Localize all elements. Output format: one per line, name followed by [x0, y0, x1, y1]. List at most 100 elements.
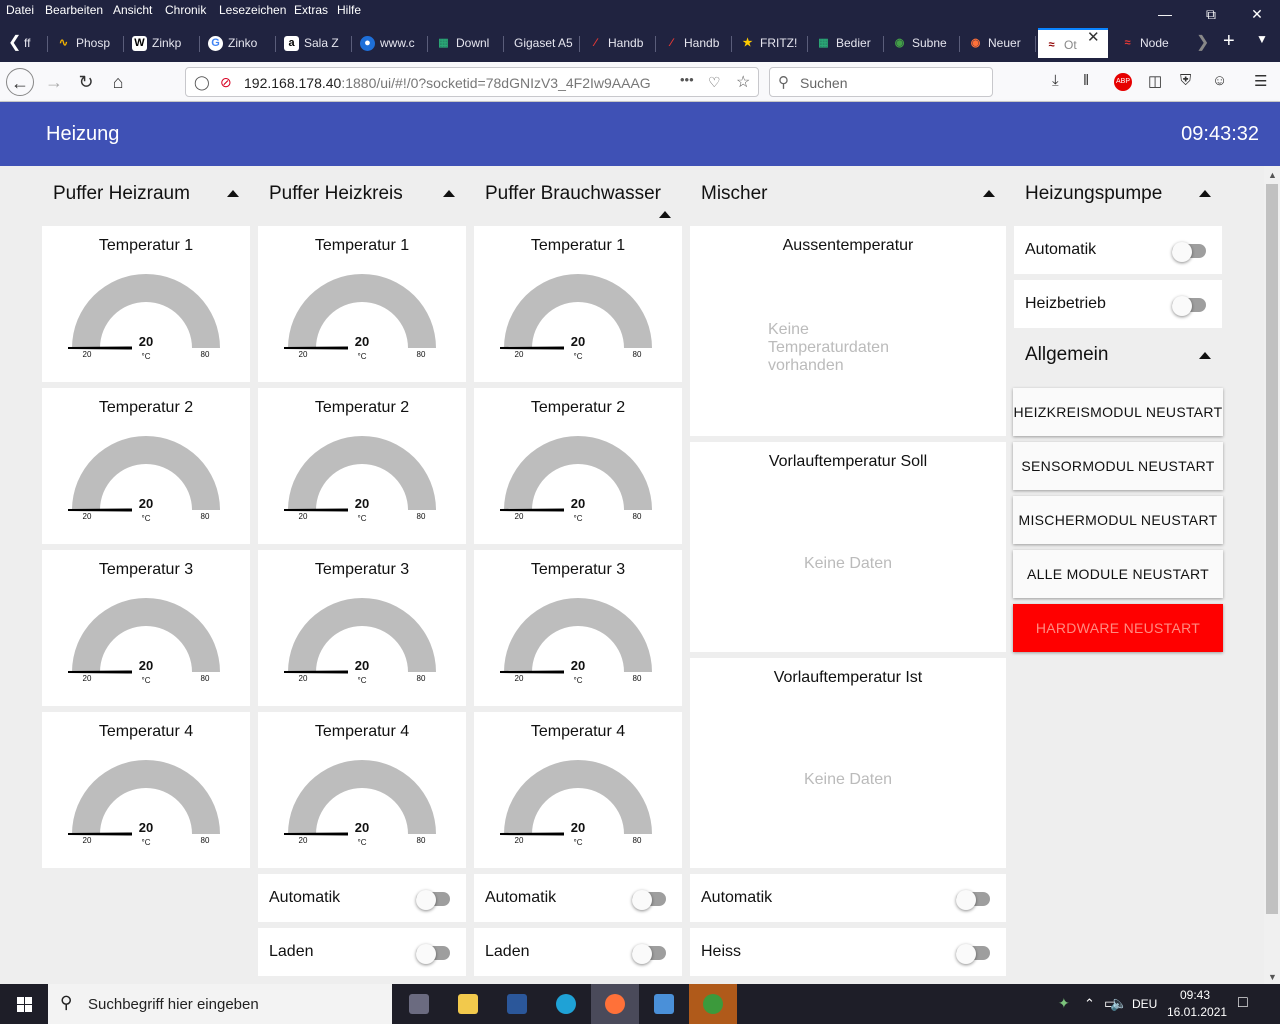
- page-actions-icon[interactable]: •••: [680, 72, 694, 87]
- tray-expand-icon[interactable]: ⌃: [1084, 996, 1095, 1012]
- gauge-card-brauchwasser-2: Temperatur 2 20 °C 20 80: [474, 388, 682, 544]
- tray-app-icon[interactable]: ✦: [1058, 995, 1070, 1012]
- collapse-arrow-icon[interactable]: [227, 190, 239, 197]
- card-aussentemperatur: Aussentemperatur Keine Temperaturdaten v…: [690, 226, 1006, 436]
- gauge-unit: °C: [142, 676, 151, 685]
- gauge-card-heizkreis-1: Temperatur 1 20 °C 20 80: [258, 226, 466, 382]
- scrollbar-thumb[interactable]: [1266, 184, 1278, 914]
- tab-list-icon[interactable]: ▼: [1256, 32, 1268, 46]
- toggle-switch[interactable]: [632, 890, 668, 910]
- tab-3[interactable]: W Zinkp: [126, 28, 200, 58]
- downloads-icon[interactable]: ⤓: [1052, 72, 1059, 89]
- search-bar[interactable]: ⚲ Suchen: [769, 67, 993, 97]
- menu-bearbeiten[interactable]: Bearbeiten: [45, 3, 103, 17]
- tab-14[interactable]: ◉ Neuer: [962, 28, 1036, 58]
- toggle-switch[interactable]: [416, 890, 452, 910]
- alle-module-neustart-button[interactable]: ALLE MODULE NEUSTART: [1013, 550, 1223, 598]
- menu-chronik[interactable]: Chronik: [165, 3, 206, 17]
- firefox-app[interactable]: [591, 984, 639, 1024]
- collapse-arrow-icon[interactable]: [1199, 352, 1211, 359]
- gauge-min: 20: [83, 674, 92, 683]
- menu-lesezeichen[interactable]: Lesezeichen: [219, 3, 286, 17]
- home-icon[interactable]: ⌂: [104, 68, 132, 96]
- tab-9[interactable]: ∕ Handb: [582, 28, 656, 58]
- gauge-value: 20: [571, 496, 585, 511]
- calculator-app[interactable]: [395, 984, 443, 1024]
- menu-hilfe[interactable]: Hilfe: [337, 3, 361, 17]
- scroll-up-icon[interactable]: ▲: [1268, 170, 1277, 180]
- bitwarden-icon[interactable]: ⛨: [1180, 72, 1191, 89]
- tab-5[interactable]: a Sala Z: [278, 28, 352, 58]
- switch-label: Automatik: [269, 889, 341, 906]
- mischermodul-neustart-button[interactable]: MISCHERMODUL NEUSTART: [1013, 496, 1223, 544]
- word-app[interactable]: [493, 984, 541, 1024]
- toggle-switch[interactable]: [1172, 242, 1208, 262]
- tab-1[interactable]: ff: [20, 28, 48, 58]
- menu-extras[interactable]: Extras: [294, 3, 328, 17]
- bookmark-star-icon[interactable]: ☆: [736, 72, 750, 92]
- menu-hamburger-icon[interactable]: ☰: [1254, 72, 1267, 90]
- tab-16[interactable]: ≈ Node: [1114, 28, 1188, 58]
- taskbar-time[interactable]: 09:43: [1180, 988, 1210, 1002]
- tab-2[interactable]: ∿ Phosp: [50, 28, 124, 58]
- menu-ansicht[interactable]: Ansicht: [113, 3, 152, 17]
- reload-icon[interactable]: ↻: [72, 68, 100, 96]
- app-lizard[interactable]: [689, 984, 737, 1024]
- gauge-min: 20: [515, 836, 524, 845]
- notification-icon[interactable]: □: [1238, 994, 1248, 1012]
- back-icon[interactable]: ←: [6, 68, 34, 96]
- start-button[interactable]: [0, 984, 48, 1024]
- pocket-icon[interactable]: ♡: [708, 74, 721, 91]
- collapse-arrow-icon[interactable]: [983, 190, 995, 197]
- collapse-arrow-icon[interactable]: [659, 211, 671, 218]
- sensormodul-neustart-button[interactable]: SENSORMODUL NEUSTART: [1013, 442, 1223, 490]
- tab-12[interactable]: ▦ Bedier: [810, 28, 884, 58]
- insecure-lock-icon[interactable]: ⊘: [220, 74, 232, 91]
- group-title-allgemein: Allgemein: [1025, 344, 1109, 365]
- menu-datei[interactable]: Datei: [6, 3, 34, 17]
- toggle-switch[interactable]: [1172, 296, 1208, 316]
- taskbar-search[interactable]: ⚲ Suchbegriff hier eingeben: [48, 984, 392, 1024]
- adblock-icon[interactable]: ABP: [1114, 73, 1132, 91]
- language-indicator[interactable]: DEU: [1132, 997, 1157, 1011]
- mail-app[interactable]: [640, 984, 688, 1024]
- hardware-neustart-button[interactable]: HARDWARE NEUSTART: [1013, 604, 1223, 652]
- heizkreismodul-neustart-button[interactable]: HEIZKREISMODUL NEUSTART: [1013, 388, 1223, 436]
- edge-app[interactable]: [542, 984, 590, 1024]
- tab-11[interactable]: ★ FRITZ!: [734, 28, 808, 58]
- forward-icon[interactable]: →: [40, 68, 68, 96]
- url-text[interactable]: 192.168.178.40:1880/ui/#!/0?socketid=78d…: [244, 75, 651, 91]
- shield-icon[interactable]: ◯: [194, 74, 210, 91]
- collapse-arrow-icon[interactable]: [1199, 190, 1211, 197]
- account-icon[interactable]: ☺: [1212, 72, 1227, 89]
- toggle-switch[interactable]: [956, 890, 992, 910]
- toggle-switch[interactable]: [956, 944, 992, 964]
- scroll-down-icon[interactable]: ▼: [1268, 972, 1277, 982]
- explorer-app[interactable]: [444, 984, 492, 1024]
- tab-6[interactable]: ● www.c: [354, 28, 428, 58]
- gauge-min: 20: [515, 674, 524, 683]
- volume-icon[interactable]: 🔈: [1110, 995, 1127, 1012]
- tab-13[interactable]: ◉ Subne: [886, 28, 960, 58]
- new-tab-icon[interactable]: +: [1223, 30, 1235, 53]
- wave-icon: ∿: [58, 37, 69, 49]
- tab-8[interactable]: Gigaset A5: [506, 28, 580, 58]
- toggle-switch[interactable]: [632, 944, 668, 964]
- reader-icon[interactable]: ◫: [1148, 72, 1162, 90]
- tab-4[interactable]: G Zinko: [202, 28, 276, 58]
- taskbar-date[interactable]: 16.01.2021: [1167, 1005, 1227, 1019]
- close-tab-icon[interactable]: ✕: [1087, 28, 1100, 46]
- tabs-scroll-right-icon[interactable]: ❯: [1196, 32, 1209, 52]
- switch-label: Heiss: [701, 943, 742, 960]
- gauge-card-brauchwasser-1: Temperatur 1 20 °C 20 80: [474, 226, 682, 382]
- tab-7[interactable]: ▦ Downl: [430, 28, 504, 58]
- collapse-arrow-icon[interactable]: [443, 190, 455, 197]
- url-bar[interactable]: ◯ ⊘ 192.168.178.40:1880/ui/#!/0?socketid…: [185, 67, 759, 97]
- card-title: Vorlauftemperatur Soll: [768, 453, 928, 470]
- page-scrollbar[interactable]: ▲ ▼: [1264, 166, 1280, 984]
- library-icon[interactable]: ‖: [1083, 72, 1089, 89]
- tab-16-label: Node: [1140, 36, 1169, 50]
- globe-icon: ●: [360, 36, 375, 51]
- toggle-switch[interactable]: [416, 944, 452, 964]
- tab-10[interactable]: ∕ Handb: [658, 28, 732, 58]
